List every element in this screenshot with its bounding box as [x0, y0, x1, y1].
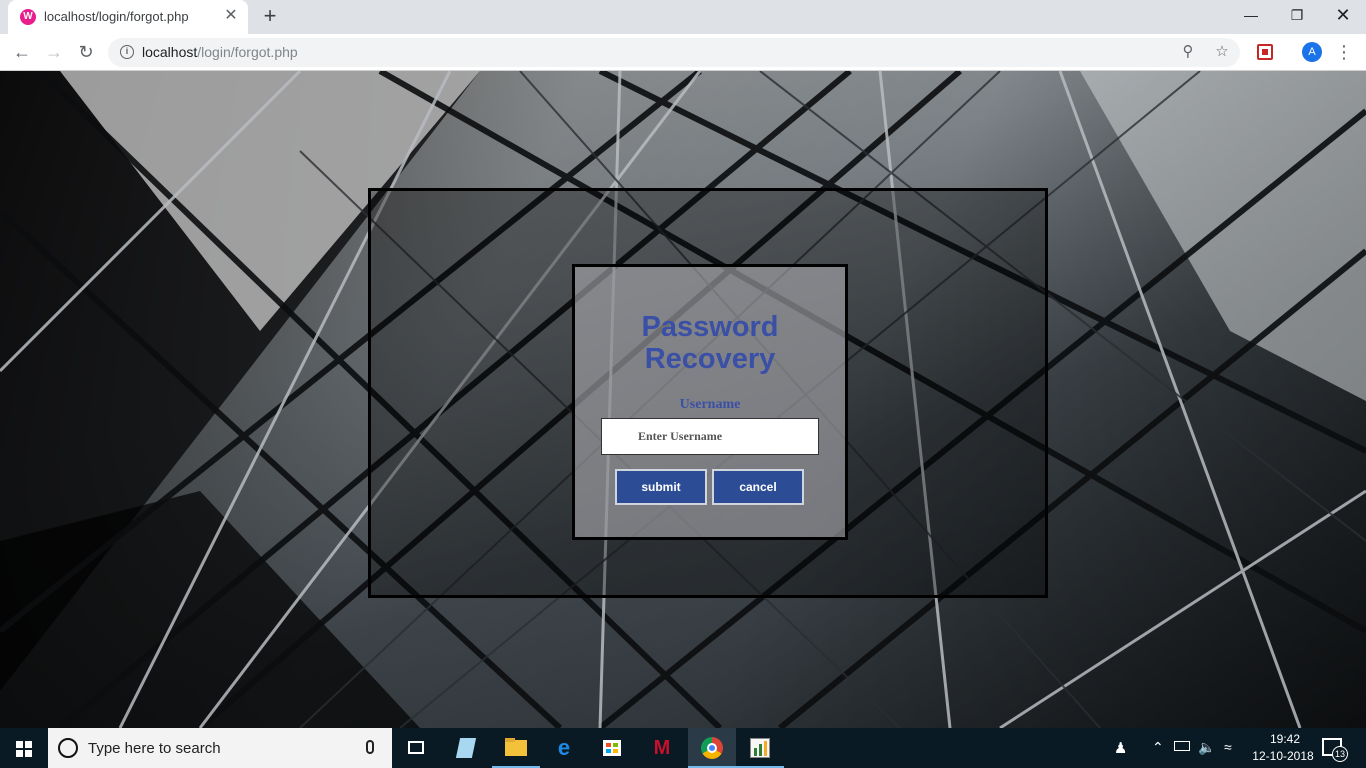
- file-explorer-icon[interactable]: [492, 728, 540, 768]
- browser-tab[interactable]: W localhost/login/forgot.php ✕: [8, 0, 248, 34]
- cortana-icon: [58, 738, 78, 758]
- search-placeholder: Type here to search: [88, 740, 221, 757]
- new-tab-button[interactable]: +: [258, 5, 282, 29]
- mcafee-icon[interactable]: M: [638, 728, 686, 768]
- zoom-icon[interactable]: ⚲: [1178, 42, 1198, 62]
- page-background: Password Recovery Username submit cancel: [0, 71, 1366, 728]
- minimize-button[interactable]: —: [1228, 0, 1274, 30]
- cancel-button[interactable]: cancel: [712, 469, 804, 505]
- reload-button[interactable]: ↻: [74, 40, 98, 64]
- show-hidden-icons-chevron-up-icon[interactable]: ⌃: [1152, 739, 1164, 756]
- chart-app-icon[interactable]: [736, 728, 784, 768]
- chrome-icon[interactable]: [688, 728, 736, 768]
- browser-tab-bar: W localhost/login/forgot.php ✕ + — ❐ ✕: [0, 0, 1366, 34]
- browser-menu-icon[interactable]: ⋮: [1334, 40, 1354, 64]
- url-text: localhost/login/forgot.php: [142, 44, 298, 60]
- edge-browser-icon[interactable]: e: [540, 728, 588, 768]
- address-bar[interactable]: i localhost/login/forgot.php ⚲ ☆: [108, 38, 1240, 67]
- username-input[interactable]: [601, 418, 819, 455]
- notepad-icon[interactable]: [442, 728, 490, 768]
- tab-close-icon[interactable]: ✕: [222, 7, 240, 25]
- back-button[interactable]: ←: [10, 40, 34, 64]
- title-line-2: Recovery: [644, 343, 776, 375]
- start-button[interactable]: [0, 728, 48, 768]
- info-icon[interactable]: i: [120, 45, 134, 59]
- tab-title: localhost/login/forgot.php: [44, 9, 189, 24]
- password-recovery-card: Password Recovery Username submit cancel: [572, 264, 848, 540]
- store-icon[interactable]: [588, 728, 636, 768]
- windows-logo-icon: [16, 741, 23, 748]
- clock-date[interactable]: 12-10-2018: [1248, 749, 1318, 763]
- battery-icon[interactable]: [1174, 741, 1190, 751]
- notification-count-badge: 13: [1332, 746, 1348, 762]
- submit-button[interactable]: submit: [615, 469, 707, 505]
- bookmark-star-icon[interactable]: ☆: [1212, 42, 1232, 62]
- wamp-favicon-icon: W: [20, 9, 36, 25]
- title-line-1: Password: [641, 311, 779, 343]
- windows-taskbar: Type here to search e M ♟ ⌃ 🔈 ≈ 19:42 12: [0, 728, 1366, 768]
- extension-icon[interactable]: [1257, 44, 1273, 60]
- clock-time[interactable]: 19:42: [1260, 732, 1310, 746]
- page-title: Password Recovery: [575, 311, 845, 375]
- volume-icon[interactable]: 🔈: [1198, 739, 1215, 756]
- close-window-button[interactable]: ✕: [1320, 0, 1366, 30]
- task-view-icon[interactable]: [392, 728, 440, 768]
- taskbar-search-box[interactable]: Type here to search: [48, 728, 392, 768]
- restore-button[interactable]: ❐: [1274, 0, 1320, 30]
- profile-avatar[interactable]: A: [1302, 42, 1322, 62]
- wifi-icon[interactable]: ≈: [1224, 739, 1232, 755]
- username-label: Username: [679, 397, 741, 412]
- microphone-icon[interactable]: [366, 740, 374, 754]
- browser-toolbar: ← → ↻ i localhost/login/forgot.php ⚲ ☆ A…: [0, 34, 1366, 71]
- people-icon[interactable]: ♟: [1114, 739, 1127, 757]
- forward-button[interactable]: →: [42, 40, 66, 64]
